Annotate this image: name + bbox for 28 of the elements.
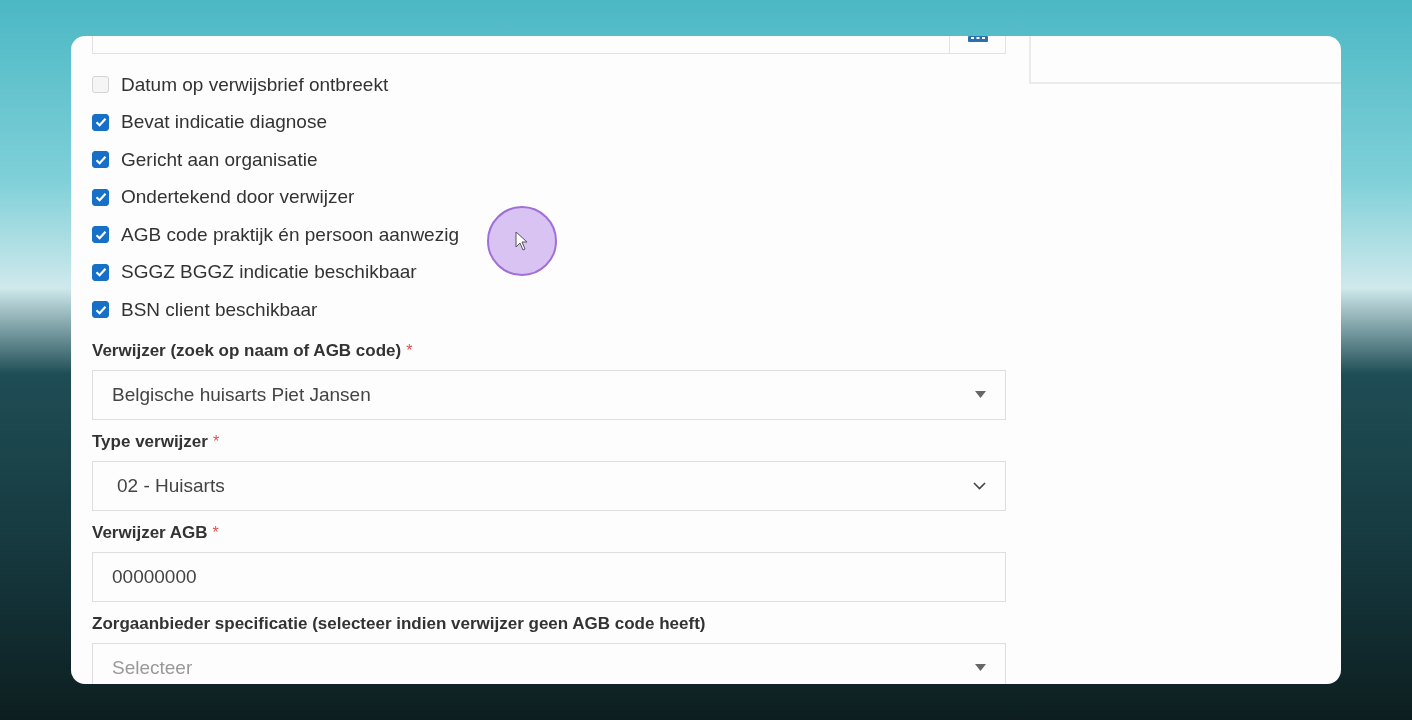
cursor-icon (515, 231, 529, 251)
required-asterisk: * (406, 341, 413, 360)
input-field[interactable]: 00000000 (92, 551, 1006, 602)
caret-icon (975, 664, 986, 671)
select-field[interactable]: 02 - Huisarts (92, 460, 1006, 511)
checkbox-label: BSN client beschikbaar (121, 298, 318, 321)
checkbox[interactable] (92, 151, 109, 169)
checkbox-label: Gericht aan organisatie (121, 148, 318, 171)
field-label: Verwijzer AGB (92, 522, 208, 543)
checkbox-label: Ondertekend door verwijzer (121, 186, 355, 209)
checkbox-label: SGGZ BGGZ indicatie beschikbaar (121, 261, 417, 284)
checkbox-label: AGB code praktijk én persoon aanwezig (121, 223, 459, 246)
field-label: Type verwijzer (92, 431, 208, 452)
date-field[interactable] (92, 36, 1006, 54)
required-asterisk: * (212, 523, 219, 542)
field-label: Zorgaanbieder specificatie (selecteer indien verwijzer geen AGB code heeft) (92, 613, 706, 634)
checkbox[interactable] (92, 263, 109, 281)
chevron-down-icon (973, 481, 986, 490)
checkbox[interactable] (92, 226, 109, 244)
checkbox-label: Datum op verwijsbrief ontbreekt (121, 73, 389, 96)
checkbox[interactable] (92, 188, 109, 206)
required-asterisk: * (212, 432, 220, 451)
caret-icon (975, 391, 986, 398)
checkbox-label: Bevat indicatie diagnose (121, 111, 327, 134)
select-field[interactable]: Belgische huisarts Piet Jansen (92, 369, 1006, 420)
checkbox[interactable] (92, 113, 109, 131)
field-label: Verwijzer (zoek op naam of AGB code) (92, 340, 402, 361)
checkbox[interactable] (92, 301, 109, 319)
